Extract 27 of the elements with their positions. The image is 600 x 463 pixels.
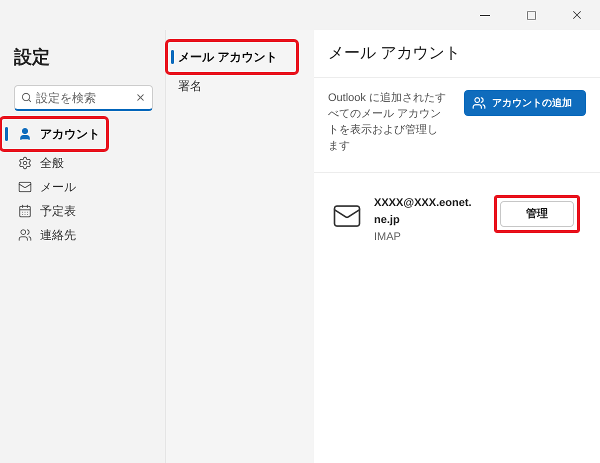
subnav-item[interactable]: 署名 bbox=[168, 76, 314, 96]
people-icon bbox=[472, 96, 486, 110]
sidebar-item[interactable]: アカウント bbox=[2, 119, 106, 149]
search-icon bbox=[21, 92, 32, 103]
account-type: IMAP bbox=[374, 230, 402, 245]
calendar-icon bbox=[18, 204, 32, 218]
people-icon bbox=[18, 228, 32, 242]
maximize-icon bbox=[526, 10, 536, 20]
description-text: Outlook に追加されたすべてのメール アカウントを表示および管理します bbox=[328, 91, 447, 154]
gear-icon bbox=[18, 156, 32, 170]
manage-button[interactable]: 管理 bbox=[500, 201, 574, 228]
content-title: メール アカウント bbox=[314, 30, 600, 78]
sidebar-item[interactable]: 連絡先 bbox=[2, 223, 153, 247]
sidebar-item[interactable]: メール bbox=[2, 175, 153, 199]
minimize-icon bbox=[480, 14, 490, 16]
close-icon bbox=[570, 8, 584, 22]
search-box[interactable]: 設定を検索 bbox=[14, 85, 153, 111]
account-email: XXXX@XXX.eonet.ne.jp bbox=[374, 196, 473, 228]
sidebar-item[interactable]: 予定表 bbox=[2, 199, 153, 223]
mail-icon bbox=[18, 180, 32, 194]
search-field[interactable]: 設定を検索 bbox=[36, 88, 131, 106]
add-account-button[interactable]: アカウントの追加 bbox=[464, 90, 586, 116]
clear-icon bbox=[135, 92, 146, 103]
subnav-item[interactable]: メール アカウント bbox=[168, 42, 296, 72]
sidebar-title: 設定 bbox=[14, 46, 51, 69]
sidebar-item[interactable]: 全般 bbox=[2, 151, 153, 175]
person-icon bbox=[18, 127, 32, 141]
